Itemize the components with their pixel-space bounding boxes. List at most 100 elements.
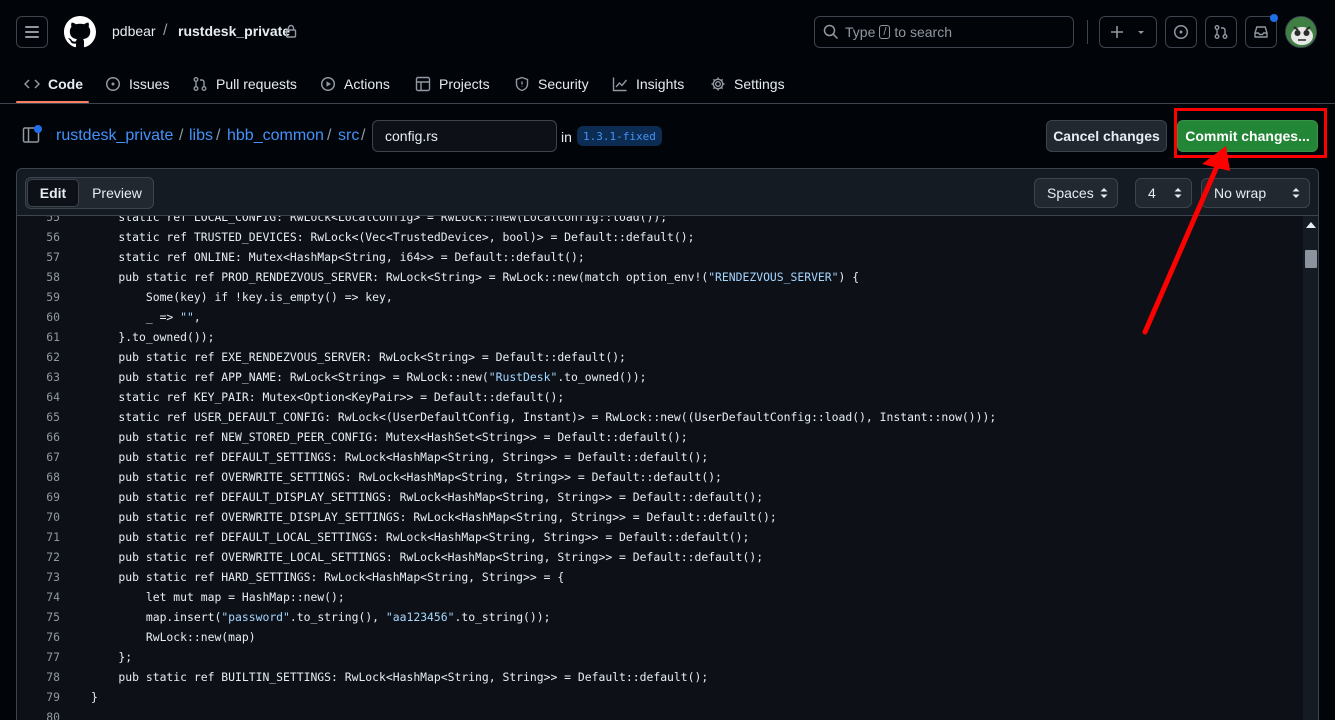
code-line[interactable]: 61 }.to_owned());: [17, 327, 1302, 347]
line-code: static ref KEY_PAIR: Mutex<Option<KeyPai…: [91, 390, 565, 404]
repo-name-link[interactable]: rustdesk_private: [178, 23, 290, 39]
code-line[interactable]: 57 static ref ONLINE: Mutex<HashMap<Stri…: [17, 247, 1302, 267]
line-code: pub static ref PROD_RENDEZVOUS_SERVER: R…: [91, 270, 860, 284]
line-code: map.insert("password".to_string(), "aa12…: [91, 610, 551, 624]
line-number: 74: [46, 590, 60, 604]
breadcrumb-repo[interactable]: rustdesk_private: [56, 127, 173, 145]
line-number: 70: [46, 510, 60, 524]
tab-pull-requests[interactable]: Pull requests: [192, 64, 297, 104]
tab-settings[interactable]: Settings: [710, 64, 785, 104]
issues-button[interactable]: [1165, 16, 1197, 48]
repo-owner-link[interactable]: pdbear: [112, 23, 156, 39]
branch-badge[interactable]: 1.3.1-fixed: [577, 126, 662, 146]
pull-requests-button[interactable]: [1205, 16, 1237, 48]
scrollbar-thumb[interactable]: [1305, 250, 1317, 268]
indent-mode-select[interactable]: Spaces: [1034, 178, 1118, 208]
graph-icon: [612, 77, 628, 92]
code-line[interactable]: 73 pub static ref HARD_SETTINGS: RwLock<…: [17, 567, 1302, 587]
tab-insights[interactable]: Insights: [612, 64, 684, 104]
indent-mode-value: Spaces: [1047, 185, 1094, 201]
search-shortcut-key: /: [879, 25, 891, 39]
line-number: 73: [46, 570, 60, 584]
breadcrumb-hbb-common[interactable]: hbb_common: [227, 127, 324, 145]
line-code: RwLock::new(map): [91, 630, 256, 644]
code-line[interactable]: 55 static ref LOCAL_CONFIG: RwLock<Local…: [17, 216, 1302, 227]
line-number: 69: [46, 490, 60, 504]
code-line[interactable]: 67 pub static ref DEFAULT_SETTINGS: RwLo…: [17, 447, 1302, 467]
github-logo-icon[interactable]: [64, 16, 96, 48]
code-line[interactable]: 63 pub static ref APP_NAME: RwLock<Strin…: [17, 367, 1302, 387]
line-code: _ => "",: [91, 310, 201, 324]
line-code: static ref ONLINE: Mutex<HashMap<String,…: [91, 250, 585, 264]
preview-tab[interactable]: Preview: [84, 179, 150, 207]
line-code: pub static ref NEW_STORED_PEER_CONFIG: M…: [91, 430, 688, 444]
breadcrumb-src[interactable]: src: [338, 127, 359, 145]
line-code: pub static ref APP_NAME: RwLock<String> …: [91, 370, 647, 384]
tab-settings-label: Settings: [734, 76, 785, 92]
table-icon: [415, 76, 431, 92]
tab-issues-label: Issues: [129, 76, 170, 92]
tab-security-label: Security: [538, 76, 589, 92]
line-code: pub static ref DEFAULT_LOCAL_SETTINGS: R…: [91, 530, 750, 544]
tab-code[interactable]: Code: [24, 64, 83, 104]
code-line[interactable]: 58 pub static ref PROD_RENDEZVOUS_SERVER…: [17, 267, 1302, 287]
code-line[interactable]: 59 Some(key) if !key.is_empty() => key,: [17, 287, 1302, 307]
indent-size-value: 4: [1148, 185, 1156, 201]
editor-scrollbar[interactable]: [1303, 216, 1318, 720]
code-line[interactable]: 65 static ref USER_DEFAULT_CONFIG: RwLoc…: [17, 407, 1302, 427]
code-line[interactable]: 60 _ => "",: [17, 307, 1302, 327]
code-line[interactable]: 80: [17, 707, 1302, 720]
editor-toolbar: Edit Preview Spaces 4 No wrap: [17, 169, 1318, 216]
chevron-down-icon: [1138, 31, 1144, 34]
code-line[interactable]: 72 pub static ref OVERWRITE_LOCAL_SETTIN…: [17, 547, 1302, 567]
string-literal: "aa123456": [385, 610, 455, 624]
branch-in-label: in: [561, 129, 572, 145]
line-number: 61: [46, 330, 60, 344]
line-number: 62: [46, 350, 60, 364]
line-number: 79: [46, 690, 60, 704]
edit-tab[interactable]: Edit: [27, 179, 79, 207]
search-input[interactable]: Type / to search: [814, 16, 1074, 48]
code-line[interactable]: 70 pub static ref OVERWRITE_DISPLAY_SETT…: [17, 507, 1302, 527]
indent-size-select[interactable]: 4: [1135, 178, 1192, 208]
code-line[interactable]: 66 pub static ref NEW_STORED_PEER_CONFIG…: [17, 427, 1302, 447]
menu-icon[interactable]: [16, 16, 48, 48]
create-new-button[interactable]: [1099, 16, 1157, 48]
code-line[interactable]: 74 let mut map = HashMap::new();: [17, 587, 1302, 607]
line-number: 60: [46, 310, 60, 324]
tab-projects[interactable]: Projects: [415, 64, 490, 104]
line-code: static ref TRUSTED_DEVICES: RwLock<(Vec<…: [91, 230, 695, 244]
scroll-up-arrow-icon[interactable]: [1306, 222, 1316, 228]
breadcrumb-separator: /: [179, 127, 184, 144]
wrap-mode-select[interactable]: No wrap: [1201, 178, 1310, 208]
line-code: pub static ref BUILTIN_SETTINGS: RwLock<…: [91, 670, 709, 684]
search-suffix: to search: [894, 24, 953, 40]
line-code: }.to_owned());: [91, 330, 215, 344]
avatar[interactable]: [1285, 16, 1317, 48]
code-line[interactable]: 64 static ref KEY_PAIR: Mutex<Option<Key…: [17, 387, 1302, 407]
tab-issues[interactable]: Issues: [105, 64, 169, 104]
code-line[interactable]: 56 static ref TRUSTED_DEVICES: RwLock<(V…: [17, 227, 1302, 247]
code-line[interactable]: 62 pub static ref EXE_RENDEZVOUS_SERVER:…: [17, 347, 1302, 367]
tab-actions[interactable]: Actions: [320, 64, 390, 104]
code-area[interactable]: 55 static ref LOCAL_CONFIG: RwLock<Local…: [17, 216, 1302, 720]
line-code: pub static ref EXE_RENDEZVOUS_SERVER: Rw…: [91, 350, 626, 364]
code-line[interactable]: 75 map.insert("password".to_string(), "a…: [17, 607, 1302, 627]
pull-request-icon: [193, 77, 207, 91]
cancel-changes-button[interactable]: Cancel changes: [1046, 120, 1167, 152]
line-number: 66: [46, 430, 60, 444]
filename-input[interactable]: [372, 120, 557, 152]
line-code: pub static ref HARD_SETTINGS: RwLock<Has…: [91, 570, 565, 584]
edit-preview-toggle: Edit Preview: [25, 177, 154, 209]
code-line[interactable]: 78 pub static ref BUILTIN_SETTINGS: RwLo…: [17, 667, 1302, 687]
code-line[interactable]: 79}: [17, 687, 1302, 707]
breadcrumb-libs[interactable]: libs: [189, 127, 213, 145]
code-line[interactable]: 76 RwLock::new(map): [17, 627, 1302, 647]
code-line[interactable]: 71 pub static ref DEFAULT_LOCAL_SETTINGS…: [17, 527, 1302, 547]
code-line[interactable]: 77 };: [17, 647, 1302, 667]
search-label: Type: [845, 24, 876, 40]
code-line[interactable]: 69 pub static ref DEFAULT_DISPLAY_SETTIN…: [17, 487, 1302, 507]
line-code: Some(key) if !key.is_empty() => key,: [91, 290, 393, 304]
tab-security[interactable]: Security: [514, 64, 589, 104]
code-line[interactable]: 68 pub static ref OVERWRITE_SETTINGS: Rw…: [17, 467, 1302, 487]
